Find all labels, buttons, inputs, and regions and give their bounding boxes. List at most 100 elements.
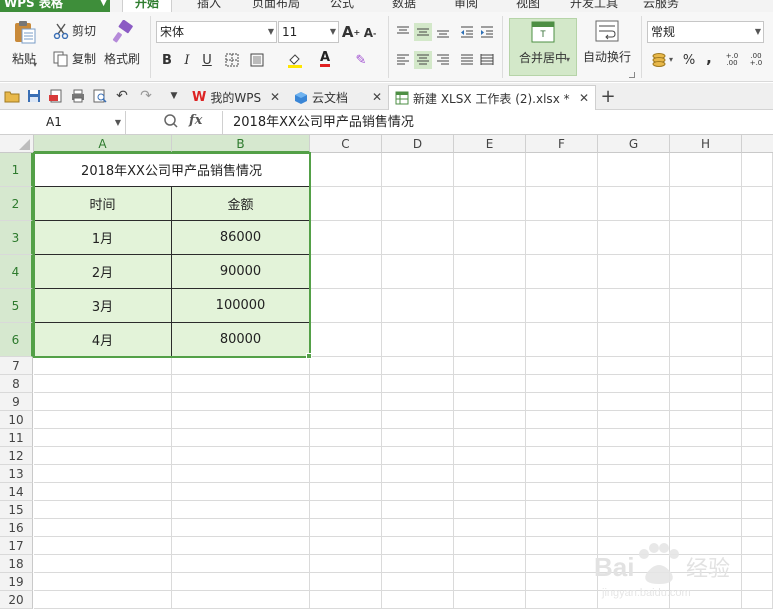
grid-cell[interactable] xyxy=(34,357,172,375)
grid-cell[interactable] xyxy=(670,465,742,483)
fill-handle[interactable] xyxy=(306,353,312,359)
grid-cell[interactable] xyxy=(382,411,454,429)
redo-icon[interactable]: ↷ xyxy=(138,88,154,104)
grid-cell[interactable] xyxy=(454,411,526,429)
grid-cell[interactable] xyxy=(670,187,742,221)
grid-cell[interactable] xyxy=(382,573,454,591)
grid-cell[interactable] xyxy=(382,429,454,447)
grid-cell[interactable] xyxy=(382,289,454,323)
grid-cell[interactable] xyxy=(526,465,598,483)
tab-developer[interactable]: 开发工具 xyxy=(562,0,626,12)
row-header-9[interactable]: 9 xyxy=(0,393,33,411)
grid-cell[interactable] xyxy=(598,573,670,591)
grid-cell[interactable] xyxy=(742,519,773,537)
grid-cell[interactable] xyxy=(742,187,773,221)
column-header-e[interactable]: E xyxy=(454,135,526,153)
grid-cell[interactable] xyxy=(598,393,670,411)
grid-cell[interactable] xyxy=(172,375,310,393)
grid-cell[interactable] xyxy=(742,483,773,501)
align-left-icon[interactable] xyxy=(394,51,412,69)
grid-cell[interactable] xyxy=(598,255,670,289)
indent-decrease-icon[interactable] xyxy=(458,23,476,41)
doc-tab-cloud-docs[interactable]: 云文档 ✕ xyxy=(288,85,388,110)
row-header-5[interactable]: 5 xyxy=(0,289,33,323)
grid-cell[interactable] xyxy=(526,483,598,501)
grid-cell[interactable] xyxy=(598,537,670,555)
grid-cell[interactable] xyxy=(526,393,598,411)
grid-cell[interactable] xyxy=(310,357,382,375)
table-cell[interactable]: 4月 xyxy=(34,323,172,357)
grid-cell[interactable] xyxy=(172,411,310,429)
grid-cell[interactable] xyxy=(526,187,598,221)
grid-cell[interactable] xyxy=(598,501,670,519)
row-header-15[interactable]: 15 xyxy=(0,501,33,519)
tab-insert[interactable]: 插入 xyxy=(186,0,232,12)
grid-cell[interactable] xyxy=(34,483,172,501)
select-all-corner[interactable] xyxy=(0,135,34,153)
grid-cell[interactable] xyxy=(310,375,382,393)
row-header-7[interactable]: 7 xyxy=(0,357,33,375)
grid-cell[interactable] xyxy=(454,429,526,447)
font-grow-icon[interactable]: A + xyxy=(342,23,360,41)
grid-cell[interactable] xyxy=(172,357,310,375)
bold-icon[interactable]: B xyxy=(158,51,176,69)
grid-cell[interactable] xyxy=(454,153,526,187)
grid-cell[interactable] xyxy=(310,289,382,323)
grid-cell[interactable] xyxy=(310,537,382,555)
grid-cell[interactable] xyxy=(382,483,454,501)
column-header-b[interactable]: B xyxy=(172,135,310,153)
grid-cell[interactable] xyxy=(526,221,598,255)
tab-cloud-service[interactable]: 云服务 xyxy=(636,0,686,12)
doc-tab-my-wps[interactable]: W 我的WPS ✕ xyxy=(186,85,286,110)
column-header-c[interactable]: C xyxy=(310,135,382,153)
font-shrink-icon[interactable]: A- xyxy=(361,24,379,42)
column-header-h[interactable]: H xyxy=(670,135,742,153)
grid-cell[interactable] xyxy=(598,465,670,483)
grid-cell[interactable] xyxy=(34,429,172,447)
grid-cell[interactable] xyxy=(526,591,598,609)
grid-cell[interactable] xyxy=(742,357,773,375)
table-header-cell[interactable]: 金额 xyxy=(172,187,310,221)
wps-app-menu-button[interactable]: WPS 表格 ▼ xyxy=(0,0,110,12)
grid-cell[interactable] xyxy=(382,255,454,289)
grid-cell[interactable] xyxy=(454,289,526,323)
grid-cell[interactable] xyxy=(310,573,382,591)
grid-cell[interactable] xyxy=(670,573,742,591)
grid-cell[interactable] xyxy=(742,591,773,609)
row-header-18[interactable]: 18 xyxy=(0,555,33,573)
grid-cell[interactable] xyxy=(310,501,382,519)
row-header-2[interactable]: 2 xyxy=(0,187,33,221)
column-header-d[interactable]: D xyxy=(382,135,454,153)
save-icon[interactable] xyxy=(26,88,42,104)
grid-cell[interactable] xyxy=(526,411,598,429)
grid-cell[interactable] xyxy=(172,465,310,483)
grid-cell[interactable] xyxy=(526,555,598,573)
grid-cell[interactable] xyxy=(670,537,742,555)
row-header-17[interactable]: 17 xyxy=(0,537,33,555)
row-header-10[interactable]: 10 xyxy=(0,411,33,429)
grid-cell[interactable] xyxy=(598,429,670,447)
close-icon[interactable]: ✕ xyxy=(579,91,589,105)
increase-decimal-button[interactable]: +.0 .00 xyxy=(722,51,742,69)
copy-button[interactable]: 复制 xyxy=(52,50,96,67)
grid-cell[interactable] xyxy=(742,447,773,465)
grid-cell[interactable] xyxy=(526,255,598,289)
comma-style-button[interactable]: , xyxy=(700,49,718,67)
grid-cell[interactable] xyxy=(670,447,742,465)
grid-cell[interactable] xyxy=(382,501,454,519)
grid-cell[interactable] xyxy=(172,519,310,537)
row-header-4[interactable]: 4 xyxy=(0,255,33,289)
cut-button[interactable]: 剪切 xyxy=(52,22,96,39)
grid-cell[interactable] xyxy=(172,483,310,501)
italic-icon[interactable]: I xyxy=(178,51,196,69)
row-header-8[interactable]: 8 xyxy=(0,375,33,393)
grid-cell[interactable] xyxy=(34,537,172,555)
row-header-1[interactable]: 1 xyxy=(0,153,33,187)
grid-cell[interactable] xyxy=(670,591,742,609)
grid-cell[interactable] xyxy=(172,447,310,465)
grid-cell[interactable] xyxy=(454,465,526,483)
grid-cell[interactable] xyxy=(526,289,598,323)
grid-cell[interactable] xyxy=(742,255,773,289)
open-folder-icon[interactable] xyxy=(4,88,20,104)
grid-cell[interactable] xyxy=(382,375,454,393)
